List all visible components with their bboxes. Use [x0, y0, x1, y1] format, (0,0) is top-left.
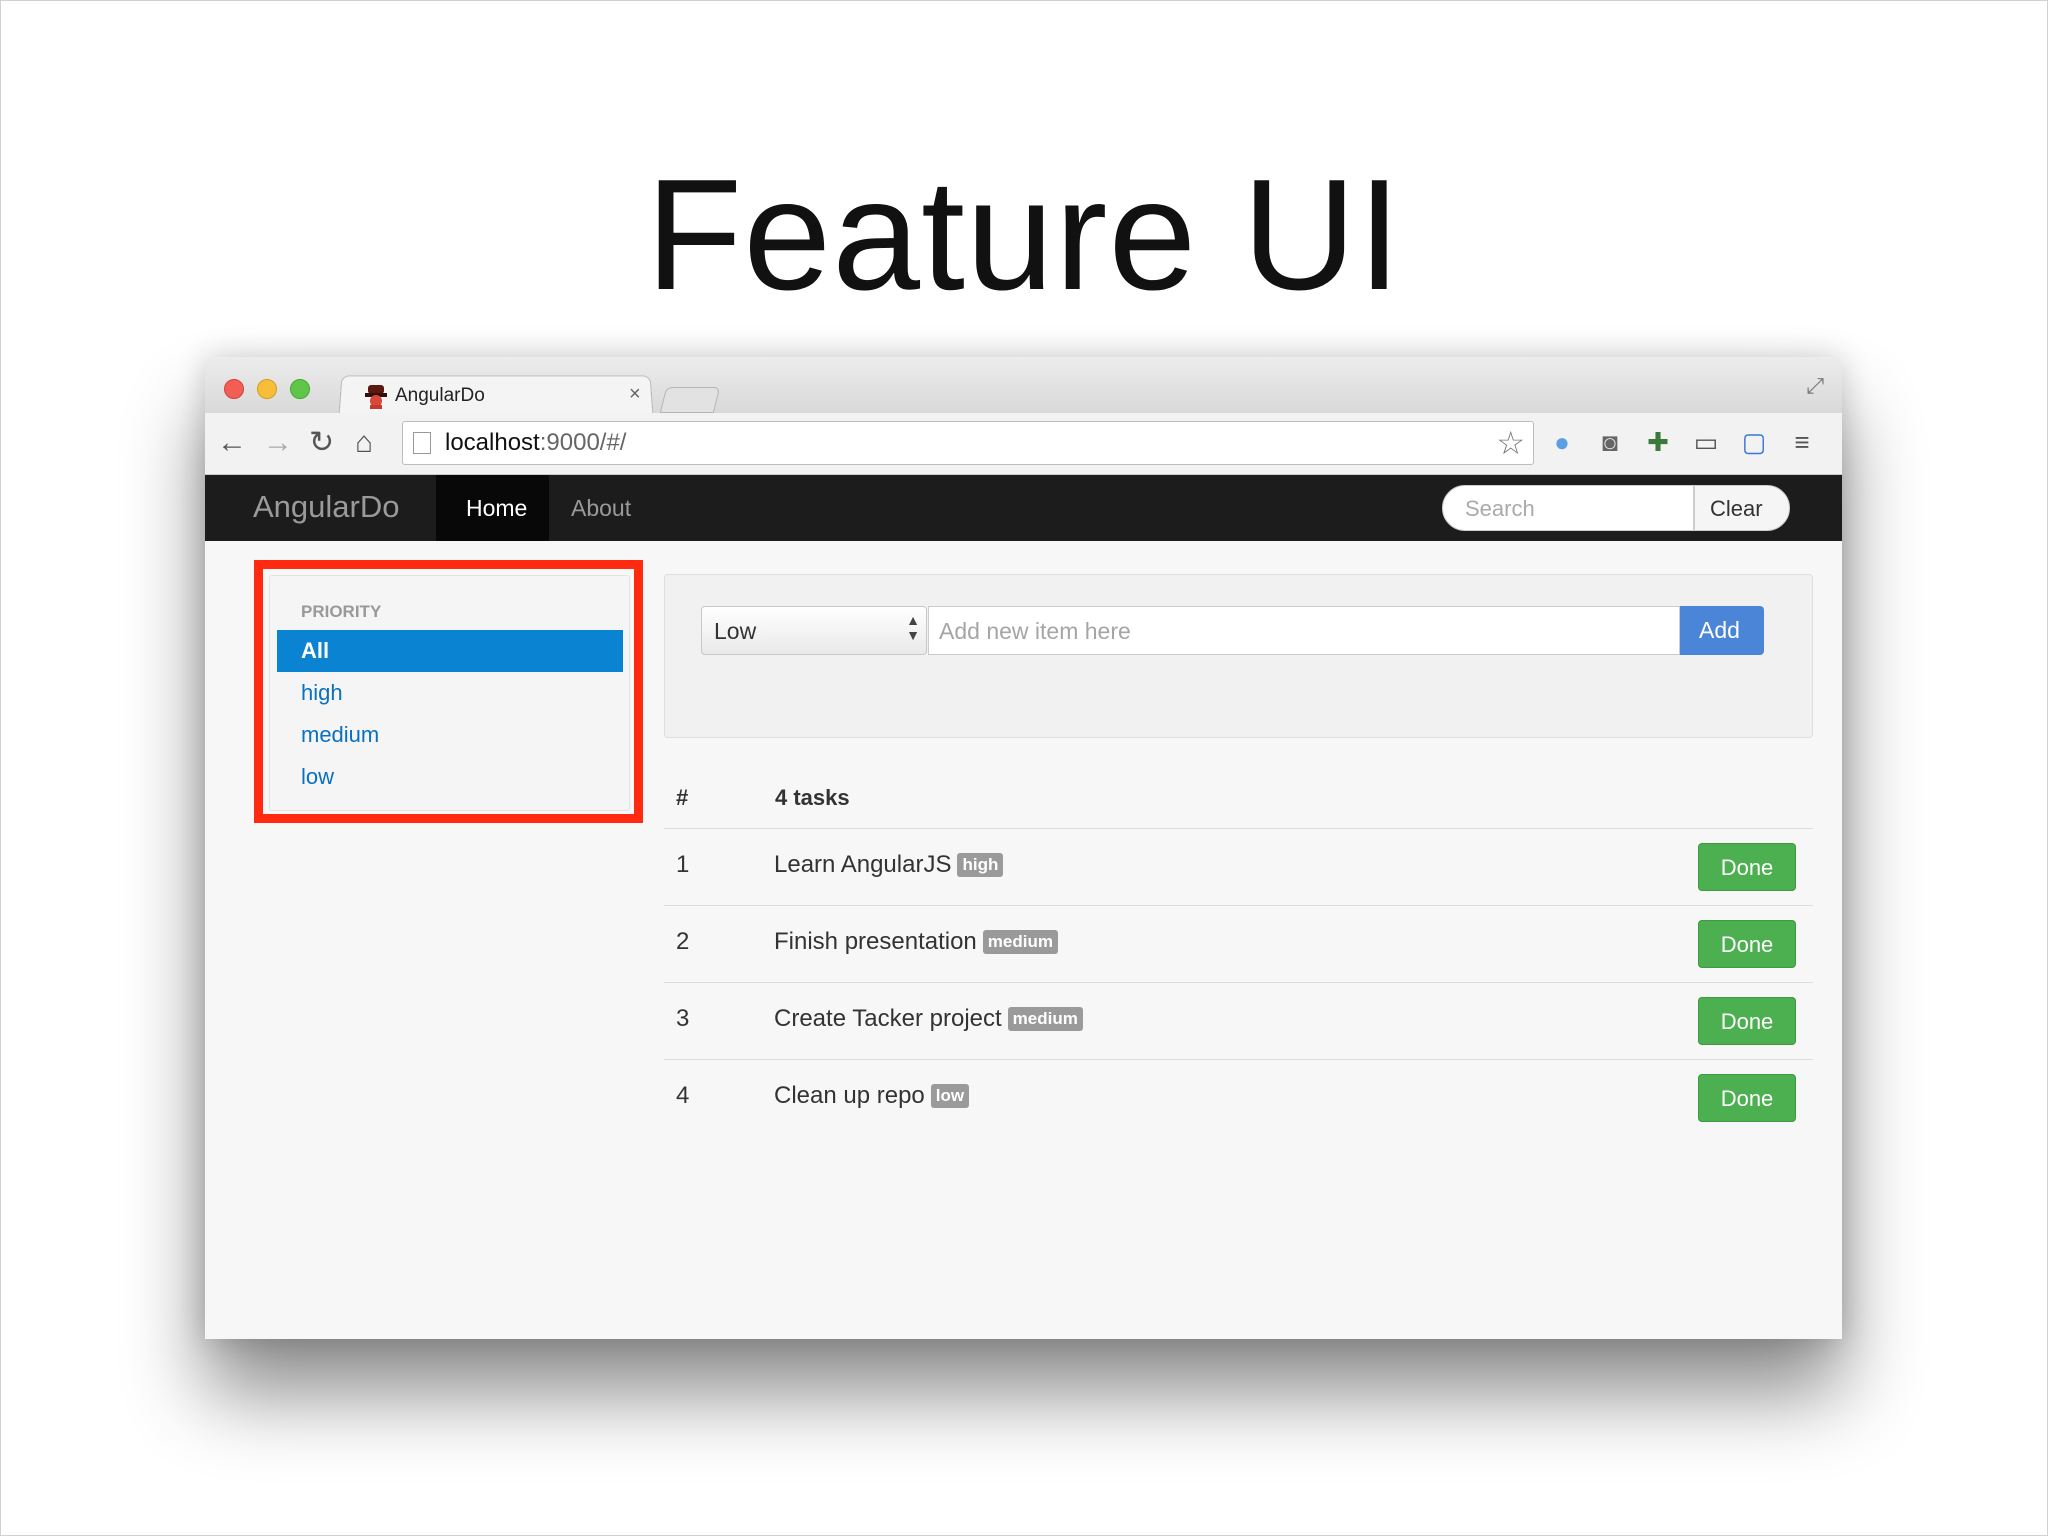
filter-medium-label: medium: [301, 722, 380, 747]
task-number: 2: [676, 928, 690, 955]
filter-low-label: low: [301, 764, 335, 789]
url-text: localhost:9000/#/: [445, 429, 626, 457]
home-icon[interactable]: ⌂: [355, 423, 373, 463]
done-button-label: Done: [1720, 932, 1774, 957]
reload-icon[interactable]: ↻: [309, 423, 334, 463]
window-maximize-button[interactable]: [290, 379, 310, 399]
task-title-wrap: Learn AngularJS high: [774, 851, 1004, 879]
priority-filter-sidebar: PRIORITY All high medium low: [269, 575, 630, 811]
table-row: 3 Create Tacker project medium Done: [664, 982, 1813, 1060]
task-title: Finish presentation: [774, 928, 977, 955]
priority-badge: low: [930, 1084, 970, 1108]
priority-badge: high: [957, 853, 1004, 877]
col-header-number: #: [676, 785, 689, 810]
menu-icon[interactable]: ≡: [1785, 425, 1819, 459]
tab-content: AngularDo ×: [365, 381, 655, 415]
nav-about-link[interactable]: About: [571, 495, 631, 522]
nav-home-link[interactable]: Home: [436, 475, 549, 541]
task-title-wrap: Finish presentation medium: [774, 928, 1058, 956]
search-input[interactable]: Search: [1442, 485, 1694, 531]
priority-select[interactable]: Low ▲ ▼: [701, 606, 927, 655]
done-button[interactable]: Done: [1698, 997, 1796, 1045]
extension-v-icon[interactable]: ●: [1545, 425, 1579, 459]
search-placeholder: Search: [1465, 496, 1535, 521]
forward-arrow-icon[interactable]: →: [263, 423, 293, 463]
sidebar-header: PRIORITY: [301, 602, 382, 621]
priority-badge: medium: [982, 930, 1058, 954]
task-title-wrap: Create Tacker project medium: [774, 1005, 1083, 1033]
col-header-tasks: 4 tasks: [775, 785, 850, 810]
browser-toolbar: ← → ↻ ⌂ localhost:9000/#/ ☆ ● ◙ ✚ ▭ ▢ ≡: [205, 413, 1842, 475]
new-item-placeholder: Add new item here: [939, 618, 1131, 644]
screen-capture-icon[interactable]: ▢: [1737, 425, 1771, 459]
done-button-label: Done: [1720, 1086, 1774, 1111]
url-host: localhost: [445, 429, 540, 456]
window-minimize-button[interactable]: [257, 379, 277, 399]
nav-home-label: Home: [466, 495, 528, 521]
table-row: 4 Clean up repo low Done: [664, 1059, 1813, 1137]
app-navbar: AngularDo Home About Search Clear: [205, 475, 1842, 541]
task-title: Create Tacker project: [774, 1005, 1002, 1032]
clear-button[interactable]: Clear: [1694, 485, 1790, 531]
tab-title: AngularDo: [395, 385, 485, 406]
filter-low[interactable]: low: [277, 756, 623, 798]
bookmark-star-icon[interactable]: ☆: [1496, 424, 1525, 462]
task-title: Learn AngularJS: [774, 851, 952, 878]
app-brand[interactable]: AngularDo: [253, 489, 399, 525]
new-tab-button[interactable]: [659, 387, 721, 413]
done-button[interactable]: Done: [1698, 1074, 1796, 1122]
address-bar[interactable]: localhost:9000/#/ ☆: [402, 421, 1534, 465]
back-arrow-icon[interactable]: ←: [217, 423, 247, 463]
table-row: 1 Learn AngularJS high Done: [664, 828, 1813, 906]
filter-all-label: All: [301, 638, 330, 663]
task-number: 4: [676, 1082, 690, 1109]
new-item-input[interactable]: Add new item here: [928, 606, 1680, 655]
add-button-label: Add: [1699, 617, 1740, 643]
angular-favicon-icon: [365, 385, 387, 409]
done-button-label: Done: [1720, 1009, 1774, 1034]
done-button[interactable]: Done: [1698, 920, 1796, 968]
url-path: :9000/#/: [539, 429, 627, 456]
task-number: 1: [676, 851, 690, 878]
slide-title: Feature UI: [645, 147, 1403, 323]
browser-window: ⤢ AngularDo × ← → ↻ ⌂ localhost:9000/#/ …: [205, 357, 1842, 1339]
add-item-form: Low ▲ ▼ Add new item here Add: [664, 574, 1813, 738]
tab-close-icon[interactable]: ×: [629, 383, 641, 406]
window-close-button[interactable]: [224, 379, 244, 399]
task-number: 3: [676, 1005, 690, 1032]
priority-select-value: Low: [714, 618, 757, 644]
filter-medium[interactable]: medium: [277, 714, 623, 756]
select-arrows-icon: ▲ ▼: [906, 612, 920, 643]
done-button[interactable]: Done: [1698, 843, 1796, 891]
task-title-wrap: Clean up repo low: [774, 1082, 970, 1110]
add-button[interactable]: Add: [1680, 606, 1764, 655]
filter-all[interactable]: All: [277, 630, 623, 672]
filter-high[interactable]: high: [277, 672, 623, 714]
clear-button-label: Clear: [1710, 496, 1763, 521]
pocket-icon[interactable]: ◙: [1593, 425, 1627, 459]
task-title: Clean up repo: [774, 1082, 925, 1109]
page-icon: [413, 432, 431, 454]
puzzle-extension-icon[interactable]: ✚: [1641, 425, 1675, 459]
table-row: 2 Finish presentation medium Done: [664, 905, 1813, 983]
priority-badge: medium: [1007, 1007, 1083, 1031]
filter-high-label: high: [301, 680, 343, 705]
fullscreen-icon[interactable]: ⤢: [1806, 373, 1824, 399]
cast-icon[interactable]: ▭: [1689, 425, 1723, 459]
done-button-label: Done: [1720, 855, 1774, 880]
